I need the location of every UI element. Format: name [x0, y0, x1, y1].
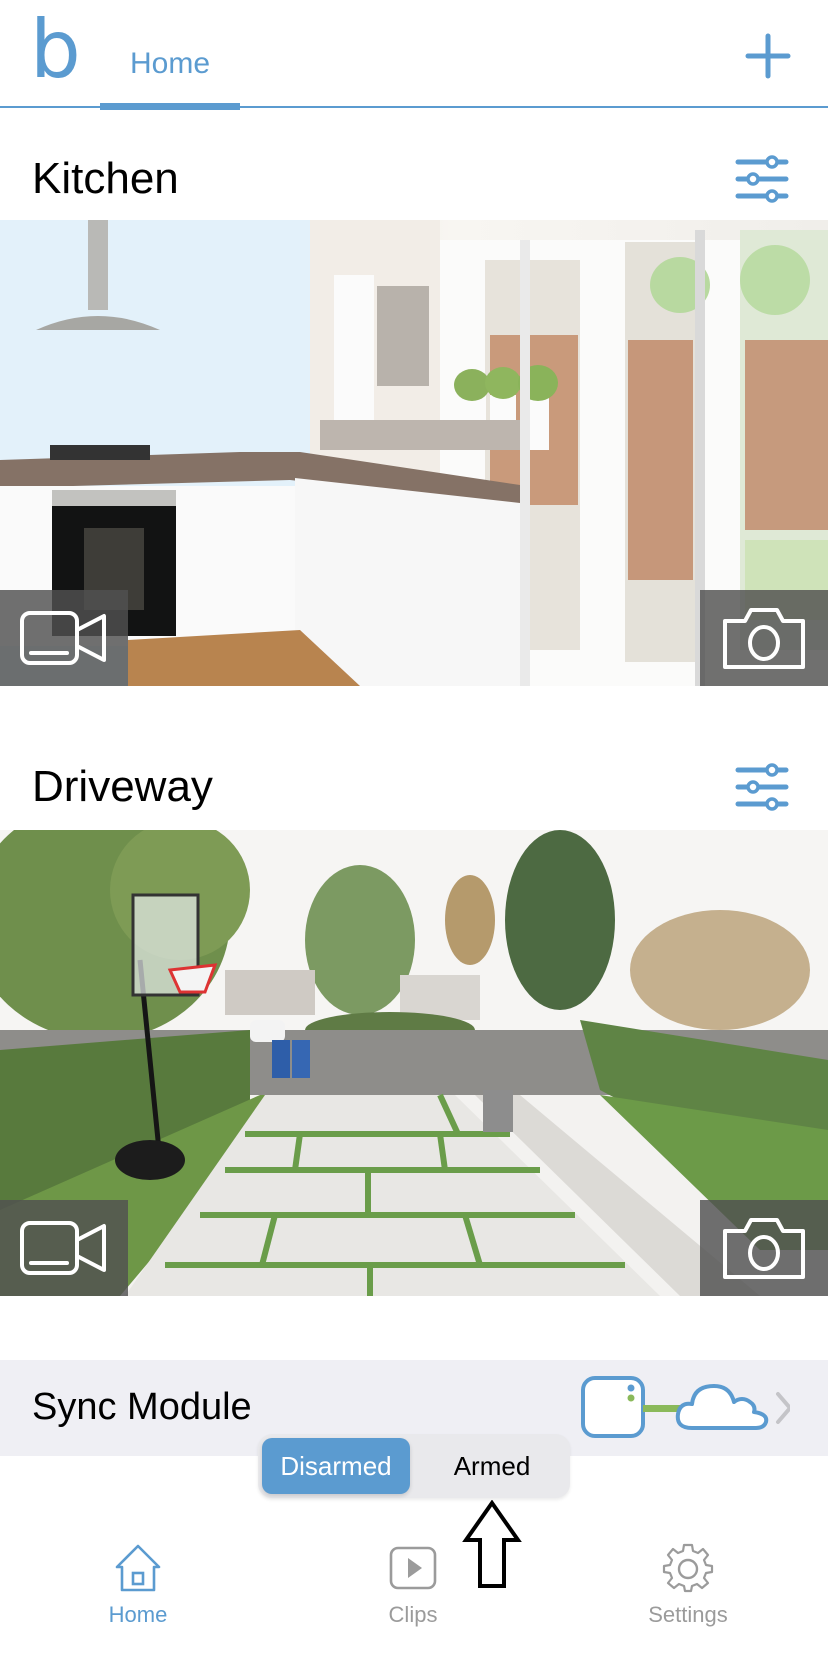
tab-active-indicator [100, 103, 240, 110]
plus-icon [745, 33, 791, 79]
bottom-tab-label: Clips [388, 1602, 438, 1627]
play-clip-icon [389, 1546, 437, 1590]
video-camera-icon [20, 1221, 106, 1275]
armed-option[interactable]: Armed [418, 1438, 566, 1494]
sliders-icon [735, 155, 789, 203]
chevron-right-icon [776, 1392, 792, 1424]
arm-mode-toggle: Disarmed Armed [258, 1434, 570, 1498]
sliders-icon [735, 763, 789, 811]
add-device-button[interactable] [744, 32, 792, 80]
blink-logo: b [30, 3, 81, 96]
camera-settings-button[interactable] [734, 762, 790, 812]
camera-thumbnail-kitchen[interactable] [0, 220, 828, 686]
live-view-button[interactable] [0, 1200, 128, 1296]
bottom-tab-clips[interactable]: Clips [333, 1542, 493, 1642]
bottom-tab-label: Settings [648, 1602, 728, 1627]
camera-header-kitchen: Kitchen [0, 128, 828, 228]
bottom-tab-bar: Home Clips Settings [0, 1530, 828, 1655]
sync-module-status [580, 1376, 792, 1440]
disarmed-option[interactable]: Disarmed [262, 1438, 410, 1494]
bottom-tab-label: Home [108, 1602, 168, 1627]
video-camera-icon [20, 611, 106, 665]
top-bar: b Home [0, 0, 828, 110]
sync-module-label: Sync Module [32, 1386, 252, 1428]
snapshot-button[interactable] [700, 1200, 828, 1296]
home-icon [115, 1544, 161, 1592]
camera-icon [723, 1218, 805, 1279]
sync-module-cloud-connected-icon [581, 1376, 792, 1438]
tab-home[interactable]: Home [100, 0, 240, 110]
bottom-tab-settings[interactable]: Settings [608, 1542, 768, 1642]
camera-name: Kitchen [32, 154, 179, 203]
camera-thumbnail-driveway[interactable] [0, 830, 828, 1296]
camera-name: Driveway [32, 762, 213, 811]
camera-icon [723, 608, 805, 669]
camera-settings-button[interactable] [734, 154, 790, 204]
live-view-button[interactable] [0, 590, 128, 686]
tab-home-label: Home [129, 47, 211, 80]
camera-header-driveway: Driveway [0, 736, 828, 836]
bottom-tab-home[interactable]: Home [58, 1542, 218, 1642]
gear-icon [662, 1543, 714, 1593]
snapshot-button[interactable] [700, 590, 828, 686]
